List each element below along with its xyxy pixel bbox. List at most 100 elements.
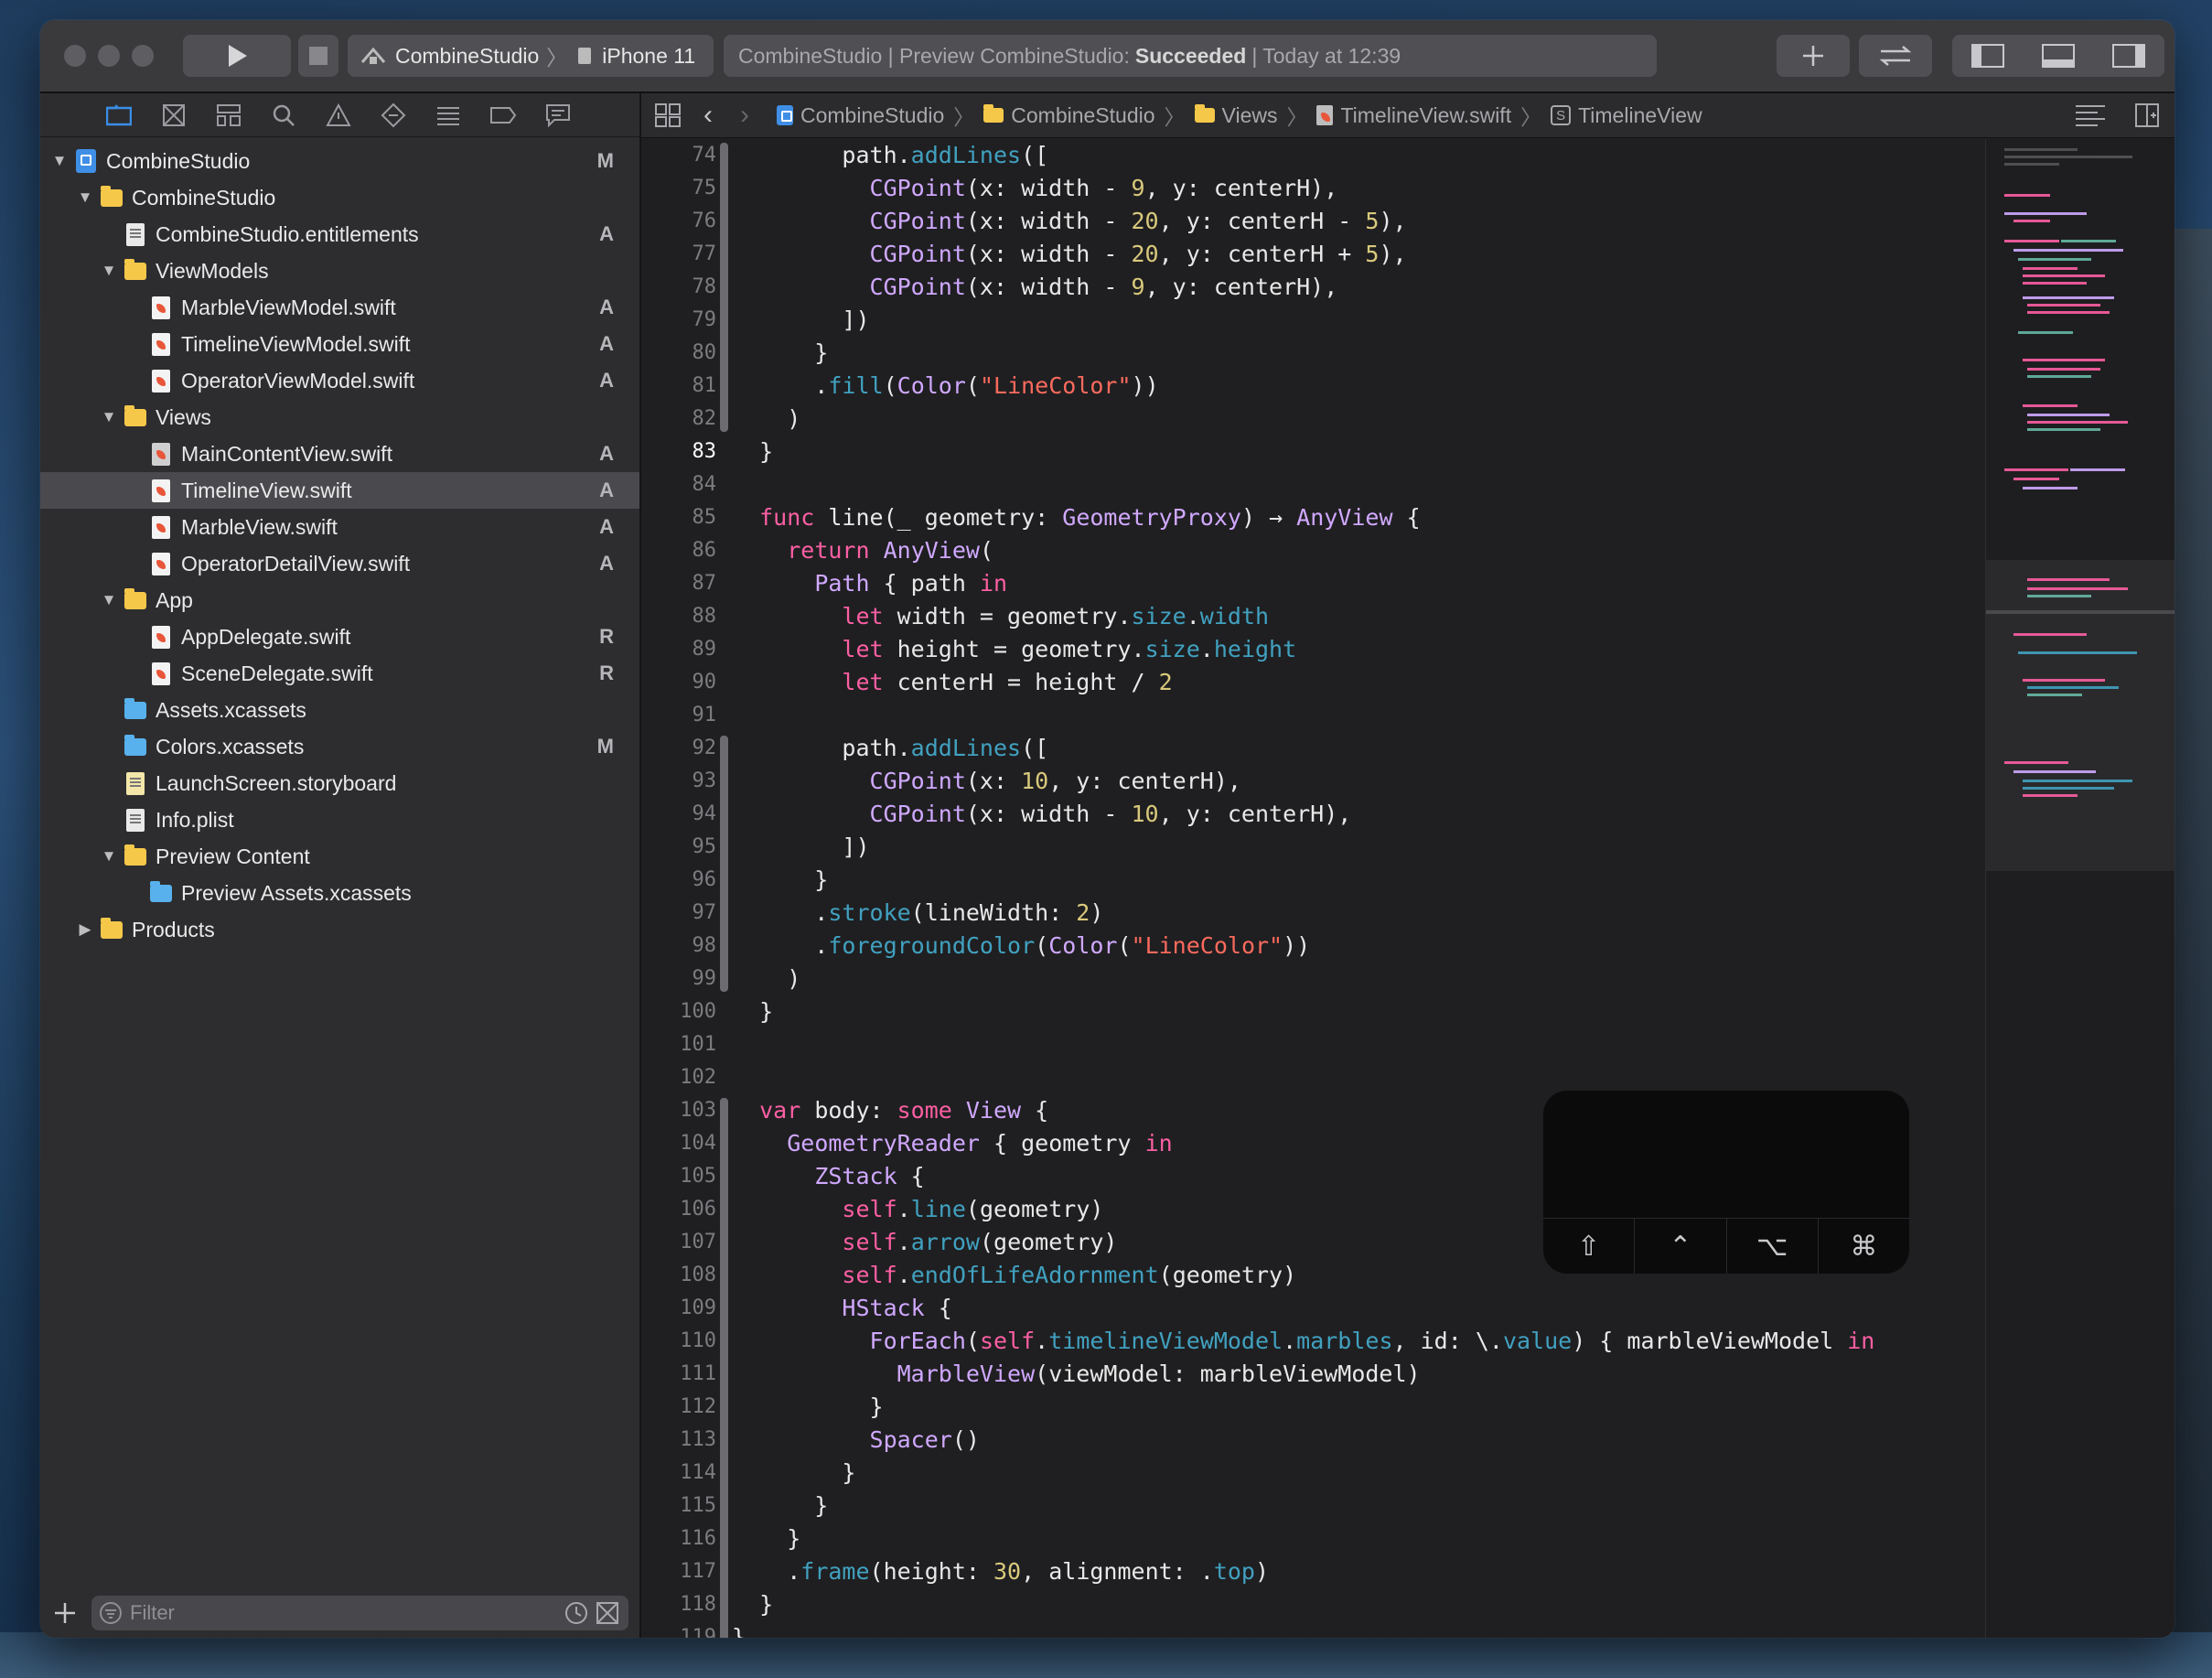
line-number[interactable]: 87 <box>641 567 717 600</box>
code-line[interactable]: var body: some View { <box>732 1094 1048 1127</box>
tree-item-file[interactable]: MainContentView.swift A <box>40 436 639 472</box>
code-line[interactable]: ZStack { <box>732 1160 924 1193</box>
line-number[interactable]: 76 <box>641 205 717 238</box>
tree-item-file[interactable]: Assets.xcassets <box>40 692 639 728</box>
tree-item-file[interactable]: CombineStudio.entitlements A <box>40 216 639 253</box>
tree-item-file[interactable]: Preview Assets.xcassets <box>40 875 639 911</box>
code-line[interactable]: ]) <box>732 304 869 337</box>
line-number[interactable]: 93 <box>641 765 717 798</box>
line-number[interactable]: 78 <box>641 271 717 304</box>
code-line[interactable]: func line(_ geometry: GeometryProxy) → A… <box>732 501 1421 534</box>
line-number[interactable]: 104 <box>641 1127 716 1160</box>
line-number[interactable]: 101 <box>641 1028 716 1061</box>
report-navigator-icon[interactable] <box>542 99 574 132</box>
code-line[interactable]: CGPoint(x: width - 9, y: centerH), <box>732 172 1338 205</box>
line-number[interactable]: 110 <box>641 1325 716 1358</box>
line-number[interactable]: 74 <box>641 139 717 172</box>
line-number[interactable]: 86 <box>641 534 717 567</box>
line-number[interactable]: 91 <box>641 699 717 732</box>
breadcrumb-symbol[interactable]: S TimelineView <box>1551 103 1702 128</box>
code-line[interactable]: } <box>732 337 828 370</box>
filter-field[interactable]: Filter <box>91 1596 628 1630</box>
search-icon[interactable] <box>267 99 300 132</box>
add-editor-icon[interactable] <box>2134 102 2160 128</box>
folder-navigator-icon[interactable] <box>102 99 135 132</box>
library-button[interactable] <box>1777 35 1850 77</box>
minimap[interactable] <box>1985 139 2174 1638</box>
code-review-button[interactable] <box>1859 35 1932 77</box>
tree-item-group[interactable]: ▼ ViewModels <box>40 253 639 289</box>
stop-button[interactable] <box>298 35 338 77</box>
line-number[interactable]: 81 <box>641 370 717 403</box>
tree-item-file[interactable]: MarbleViewModel.swift A <box>40 289 639 326</box>
line-number[interactable]: 100 <box>641 995 716 1028</box>
line-number[interactable]: 75 <box>641 172 717 205</box>
code-line[interactable]: } <box>732 436 773 468</box>
code-line[interactable]: CGPoint(x: width - 9, y: centerH), <box>732 271 1338 304</box>
tree-item-group[interactable]: ▶ Products <box>40 911 639 948</box>
line-number[interactable]: 82 <box>641 403 717 436</box>
tree-item-group[interactable]: ▼ CombineStudio <box>40 179 639 216</box>
tree-item-project[interactable]: ▼ CombineStudio M <box>40 143 639 179</box>
disclosure-open-icon[interactable]: ▼ <box>101 847 117 866</box>
line-number[interactable]: 111 <box>641 1358 716 1391</box>
breadcrumb-project[interactable]: CombineStudio <box>777 103 944 128</box>
disclosure-open-icon[interactable]: ▼ <box>101 591 117 609</box>
tree-item-file[interactable]: Info.plist <box>40 801 639 838</box>
breakpoint-navigator-icon[interactable] <box>487 99 520 132</box>
tree-item-group[interactable]: ▼ Views <box>40 399 639 436</box>
line-number[interactable]: 89 <box>641 633 717 666</box>
code-line[interactable]: ) <box>732 963 800 995</box>
line-number[interactable]: 83 <box>641 436 717 468</box>
code-line[interactable]: .frame(height: 30, alignment: .top) <box>732 1555 1269 1588</box>
code-line[interactable]: Spacer() <box>732 1424 980 1457</box>
code-line[interactable]: path.addLines([ <box>732 732 1048 765</box>
symbol-navigator-icon[interactable] <box>212 99 245 132</box>
code-line[interactable]: } <box>732 864 828 897</box>
line-number[interactable]: 119 <box>641 1621 716 1638</box>
run-button[interactable] <box>183 35 291 77</box>
tree-item-file[interactable]: LaunchScreen.storyboard <box>40 765 639 801</box>
code-line[interactable]: path.addLines([ <box>732 139 1048 172</box>
line-number[interactable]: 106 <box>641 1193 716 1226</box>
scheme-selector[interactable]: CombineStudio 〉 iPhone 11 <box>348 35 714 77</box>
line-number[interactable]: 85 <box>641 501 717 534</box>
breadcrumb-folder[interactable]: Views <box>1194 103 1277 128</box>
code-line[interactable]: self.endOfLifeAdornment(geometry) <box>732 1259 1296 1292</box>
code-line[interactable]: } <box>732 1588 773 1621</box>
line-number[interactable]: 98 <box>641 930 717 963</box>
line-number[interactable]: 105 <box>641 1160 716 1193</box>
code-line[interactable]: ForEach(self.timelineViewModel.marbles, … <box>732 1325 1875 1358</box>
line-number[interactable]: 109 <box>641 1292 716 1325</box>
code-line[interactable]: self.arrow(geometry) <box>732 1226 1117 1259</box>
tree-item-file[interactable]: OperatorDetailView.swift A <box>40 545 639 582</box>
code-line[interactable]: .fill(Color("LineColor")) <box>732 370 1158 403</box>
code-line[interactable]: MarbleView(viewModel: marbleViewModel) <box>732 1358 1421 1391</box>
toggle-navigator-icon[interactable] <box>1970 44 2004 68</box>
toggle-debug-area-icon[interactable] <box>2041 44 2075 68</box>
disclosure-closed-icon[interactable]: ▶ <box>77 920 93 939</box>
breadcrumb-group[interactable]: CombineStudio <box>983 103 1155 128</box>
code-line[interactable]: } <box>732 1490 828 1522</box>
line-number[interactable]: 90 <box>641 666 717 699</box>
zoom-window-button[interactable] <box>132 45 154 67</box>
code-line[interactable]: let height = geometry.size.height <box>732 633 1296 666</box>
line-number[interactable]: 107 <box>641 1226 716 1259</box>
debug-navigator-icon[interactable] <box>432 99 465 132</box>
code-line[interactable]: .stroke(lineWidth: 2) <box>732 897 1103 930</box>
code-line[interactable]: CGPoint(x: width - 20, y: centerH + 5), <box>732 238 1407 271</box>
tree-item-file[interactable]: SceneDelegate.swift R <box>40 655 639 692</box>
line-number[interactable]: 117 <box>641 1555 716 1588</box>
line-number[interactable]: 94 <box>641 798 717 831</box>
line-number[interactable]: 102 <box>641 1061 716 1094</box>
code-line[interactable]: } <box>732 1621 746 1638</box>
forward-arrow-icon[interactable]: › <box>740 100 749 131</box>
code-line[interactable]: let centerH = height / 2 <box>732 666 1172 699</box>
code-line[interactable]: CGPoint(x: width - 10, y: centerH), <box>732 798 1352 831</box>
code-line[interactable]: let width = geometry.size.width <box>732 600 1269 633</box>
code-line[interactable]: return AnyView( <box>732 534 993 567</box>
line-number[interactable]: 88 <box>641 600 717 633</box>
source-editor[interactable]: path.addLines([ CGPoint(x: width - 9, y:… <box>732 139 1985 1638</box>
line-number[interactable]: 97 <box>641 897 717 930</box>
close-window-button[interactable] <box>64 45 86 67</box>
